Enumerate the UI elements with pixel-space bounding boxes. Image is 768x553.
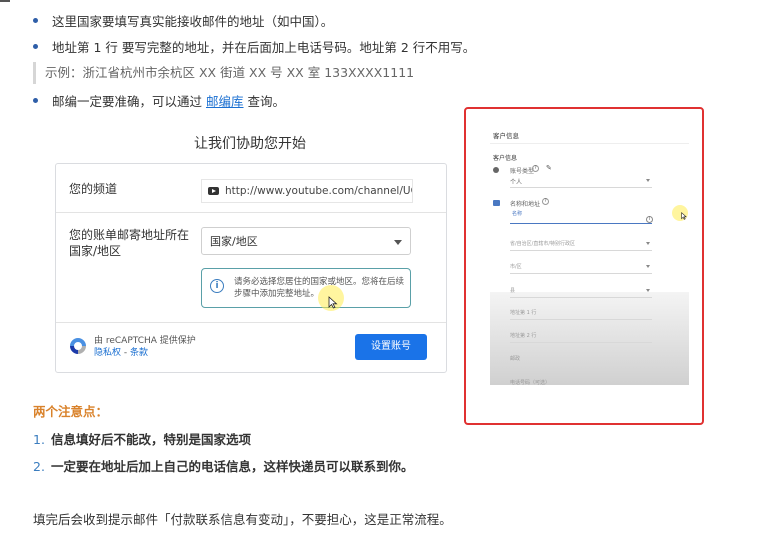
link-separator: -	[121, 348, 130, 358]
channel-url-text: http://www.youtube.com/channel/UC9btt...	[225, 185, 412, 197]
setup-account-button[interactable]: 设置账号	[355, 334, 427, 360]
city-field[interactable]: 市/区	[510, 263, 522, 270]
mouse-cursor-icon	[681, 212, 687, 220]
field-underline	[510, 297, 652, 298]
highlighted-screenshot: 客户信息 客户信息 账号类型 ? ✎ 个人 名称和地址 ? 名称 i 省/自治区…	[464, 107, 704, 425]
field-underline	[510, 342, 652, 343]
terms-link[interactable]: 条款	[130, 348, 148, 358]
privacy-link[interactable]: 隐私权	[94, 348, 121, 358]
info-icon: i	[646, 216, 653, 223]
country-select[interactable]: 国家/地区	[201, 227, 411, 255]
mouse-cursor-icon	[328, 296, 338, 309]
county-field[interactable]: 县	[510, 287, 515, 294]
country-label: 您的账单邮寄地址所在国家/地区	[69, 228, 190, 258]
address-label: 名称和地址	[510, 201, 541, 208]
field-underline	[510, 273, 652, 274]
note-item: 1. 信息填好后不能改，特别是国家选项	[33, 429, 251, 448]
help-circle-icon: ?	[532, 165, 539, 172]
setup-form-card: 您的频道 http://www.youtube.com/channel/UC9b…	[55, 163, 447, 373]
divider	[56, 212, 446, 213]
recaptcha-line: 由 reCAPTCHA 提供保护	[94, 336, 196, 346]
note-number: 1.	[33, 432, 45, 447]
info-icon: i	[210, 279, 224, 293]
recaptcha-icon	[70, 338, 86, 354]
bullet-text: 邮编一定要准确，可以通过	[52, 94, 203, 109]
bullet-dot-icon	[33, 44, 38, 49]
province-field[interactable]: 省/自治区/直辖市/特别行政区	[510, 240, 575, 247]
field-underline	[510, 365, 652, 366]
mobile-section: 客户信息	[493, 155, 518, 162]
help-circle-icon: ?	[542, 198, 549, 205]
channel-url-field: http://www.youtube.com/channel/UC9btt...	[201, 179, 413, 203]
notes-title: 两个注意点：	[33, 404, 109, 419]
bullet-text: 这里国家要填写真实能接收邮件的地址（如中国）。	[52, 14, 334, 29]
note-text: 一定要在地址后加上自己的电话信息，这样快递员可以联系到你。	[50, 459, 414, 474]
address-line2-field[interactable]: 地址第 2 行	[510, 332, 536, 339]
footer-text: 填完后会收到提示邮件「付款联系信息有变动」，不要担心，这是正常流程。	[33, 512, 452, 527]
note-number: 2.	[33, 459, 45, 474]
note-item: 2. 一定要在地址后加上自己的电话信息，这样快递员可以联系到你。	[33, 456, 413, 475]
bullet-item-zip: 邮编一定要准确，可以通过 邮编库 查询。	[33, 91, 285, 110]
account-type-value: 个人	[510, 179, 523, 186]
field-underline	[510, 319, 652, 320]
recaptcha-text: 由 reCAPTCHA 提供保护 隐私权 - 条款	[94, 335, 196, 359]
building-icon	[493, 200, 500, 206]
corner-mark	[0, 0, 10, 2]
address-line1-field[interactable]: 地址第 1 行	[510, 309, 536, 316]
bullet-text: 地址第 1 行 要写完整的地址，并在后面加上电话号码。地址第 2 行不用写。	[52, 40, 476, 55]
zip-library-link[interactable]: 邮编库	[206, 94, 244, 109]
chevron-down-icon	[646, 289, 650, 292]
chevron-down-icon	[646, 265, 650, 268]
bullet-item-country: 这里国家要填写真实能接收邮件的地址（如中国）。	[33, 11, 333, 30]
pencil-icon: ✎	[546, 164, 552, 172]
postal-field[interactable]: 邮政	[510, 355, 520, 362]
bullet-text-suffix: 查询。	[247, 94, 286, 109]
phone-field[interactable]: 电话号码（可选）	[510, 379, 550, 386]
bullet-item-address: 地址第 1 行 要写完整的地址，并在后面加上电话号码。地址第 2 行不用写。	[33, 37, 475, 56]
chevron-down-icon	[646, 179, 650, 182]
youtube-icon	[208, 187, 219, 195]
account-type-label: 账号类型	[510, 168, 535, 175]
bullet-dot-icon	[33, 18, 38, 23]
note-text: 信息填好后不能改，特别是国家选项	[50, 432, 251, 447]
example-quote: 示例：浙江省杭州市余杭区 XX 街道 XX 号 XX 室 133XXXX1111	[33, 62, 414, 84]
channel-label: 您的频道	[69, 182, 118, 196]
country-notice: i 请务必选择您居住的国家或地区。您将在后续步骤中添加完整地址。	[201, 268, 411, 308]
chevron-down-icon	[646, 242, 650, 245]
field-underline	[510, 187, 652, 188]
name-field-value[interactable]: 名称	[512, 210, 522, 217]
divider	[56, 322, 446, 323]
field-underline	[510, 250, 652, 251]
chevron-down-icon	[394, 240, 402, 245]
country-select-value: 国家/地区	[210, 235, 258, 248]
form-title: 让我们协助您开始	[194, 136, 306, 152]
bullet-dot-icon	[33, 98, 38, 103]
person-icon	[493, 167, 499, 173]
divider	[490, 143, 689, 144]
name-field-underline	[510, 223, 652, 224]
mobile-heading: 客户信息	[493, 132, 519, 140]
